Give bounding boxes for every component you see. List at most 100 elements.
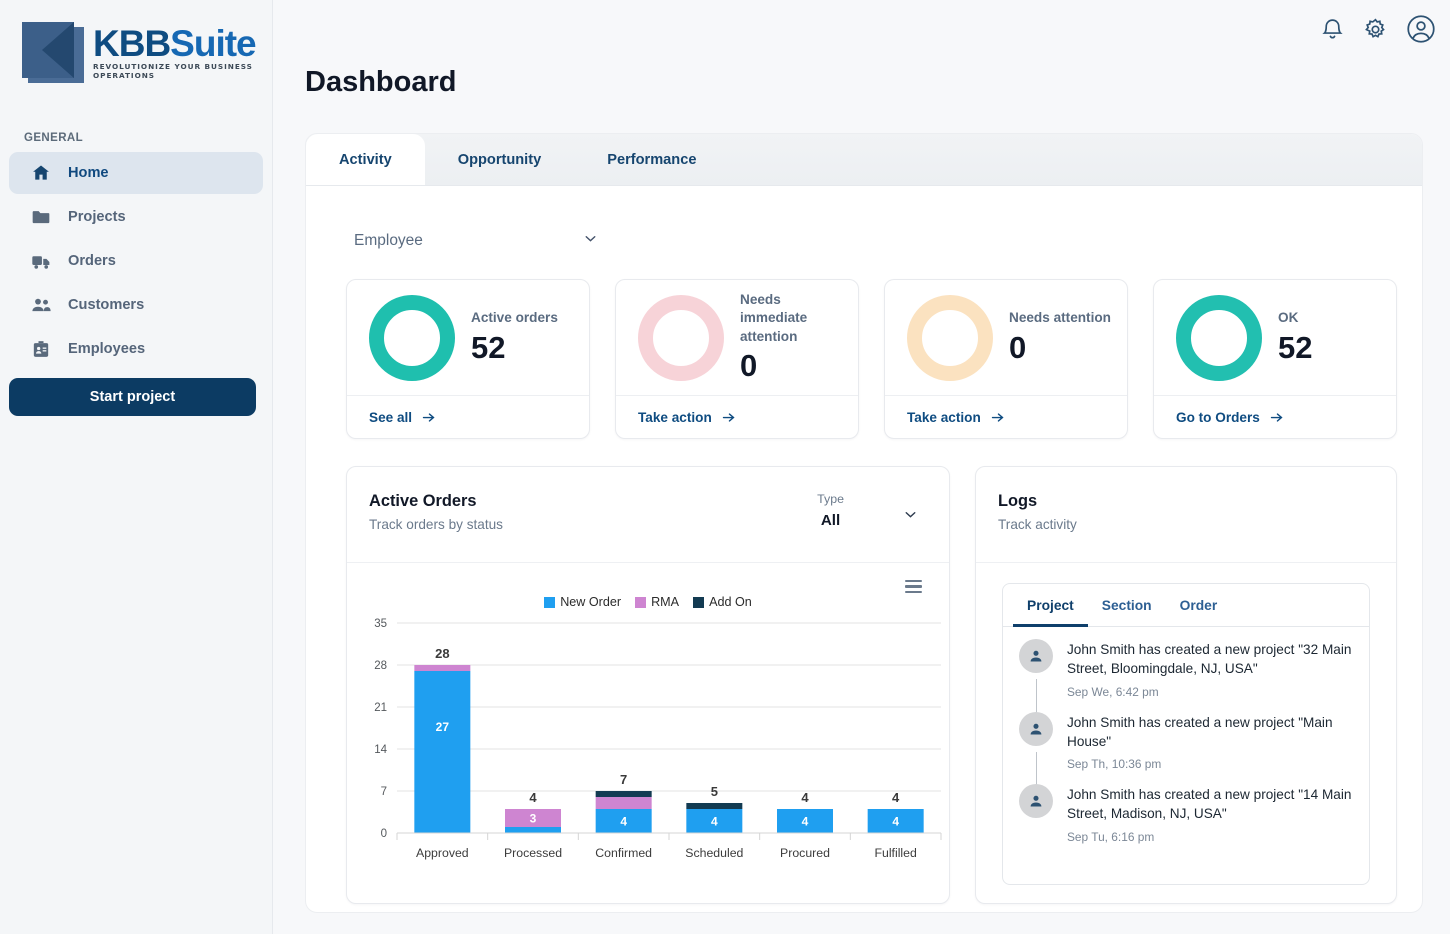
badge-icon (30, 338, 52, 360)
legend-item-add-on[interactable]: Add On (693, 595, 752, 609)
log-text: John Smith has created a new project "Ma… (1067, 712, 1353, 752)
svg-text:4: 4 (529, 790, 537, 805)
kpi-card-needs-attention[interactable]: Needs attention 0 Take action (884, 279, 1128, 439)
kpi-label: Active orders (471, 309, 573, 327)
gear-icon[interactable] (1363, 17, 1388, 42)
arrow-right-icon (421, 410, 436, 425)
bell-icon[interactable] (1320, 17, 1345, 42)
logs-box: Project Section Order (1002, 583, 1370, 885)
list-item[interactable]: John Smith has created a new project "32… (1019, 639, 1353, 712)
sidebar-item-home[interactable]: Home (9, 152, 263, 194)
svg-text:35: 35 (374, 618, 387, 630)
start-project-button[interactable]: Start project (9, 378, 256, 416)
avatar (1019, 784, 1053, 818)
kpi-card-needs-immediate-attention[interactable]: Needs immediate attention 0 Take action (615, 279, 859, 439)
svg-text:4: 4 (892, 815, 899, 829)
tab-performance[interactable]: Performance (574, 134, 729, 185)
legend-label: RMA (651, 595, 679, 609)
kpi-value: 52 (471, 330, 573, 366)
logs-list: John Smith has created a new project "32… (1003, 627, 1369, 857)
sidebar-item-projects[interactable]: Projects (9, 196, 263, 238)
svg-text:Confirmed: Confirmed (595, 846, 652, 860)
brand-wordmark: KBBSuite REVOLUTIONIZE YOUR BUSINESS OPE… (93, 26, 272, 80)
sidebar-item-employees[interactable]: Employees (9, 328, 263, 370)
avatar (1019, 639, 1053, 673)
brand-name-part1: KBB (93, 23, 170, 64)
type-filter-value: All (817, 512, 844, 529)
sidebar-item-label: Projects (68, 209, 126, 225)
log-text: John Smith has created a new project "32… (1067, 639, 1353, 679)
sidebar: KBBSuite REVOLUTIONIZE YOUR BUSINESS OPE… (0, 0, 273, 934)
logs-tab-project[interactable]: Project (1013, 584, 1088, 627)
legend-item-rma[interactable]: RMA (635, 595, 679, 609)
chart-legend: New Order RMA Add On (347, 563, 949, 609)
topbar (273, 0, 1450, 58)
kpi-action-label: See all (369, 410, 412, 425)
donut-ring (1176, 295, 1262, 381)
kpi-value: 0 (740, 348, 842, 384)
kpi-row: Active orders 52 See all Needs immediate… (306, 252, 1422, 439)
legend-item-new-order[interactable]: New Order (544, 595, 621, 609)
svg-text:0: 0 (381, 828, 387, 840)
chevron-down-icon (902, 506, 919, 528)
kpi-card-ok[interactable]: OK 52 Go to Orders (1153, 279, 1397, 439)
svg-text:4: 4 (711, 815, 718, 829)
arrow-right-icon (990, 410, 1005, 425)
chart-area: New Order RMA Add On 071421283527 (347, 563, 949, 903)
kpi-action-take-action[interactable]: Take action (616, 395, 858, 438)
kpi-action-go-to-orders[interactable]: Go to Orders (1154, 395, 1396, 438)
legend-label: Add On (709, 595, 752, 609)
svg-text:27: 27 (436, 720, 450, 734)
card-title: Logs (998, 492, 1077, 511)
svg-text:3: 3 (530, 812, 537, 826)
card-title: Active Orders (369, 492, 503, 511)
list-item[interactable]: John Smith has created a new project "Ma… (1019, 712, 1353, 785)
legend-swatch (635, 597, 646, 608)
main-content: Dashboard Activity Opportunity Performan… (273, 0, 1450, 934)
sidebar-nav: Home Projects Orders (0, 152, 272, 370)
sidebar-item-label: Customers (68, 297, 144, 313)
tab-opportunity[interactable]: Opportunity (425, 134, 575, 185)
brand-tagline: REVOLUTIONIZE YOUR BUSINESS OPERATIONS (93, 62, 272, 80)
svg-text:4: 4 (802, 815, 809, 829)
donut-ring (907, 295, 993, 381)
employee-select-value: Employee (354, 232, 423, 250)
sidebar-item-orders[interactable]: Orders (9, 240, 263, 282)
kpi-action-see-all[interactable]: See all (347, 395, 589, 438)
kpi-label: Needs attention (1009, 309, 1111, 327)
sidebar-item-customers[interactable]: Customers (9, 284, 263, 326)
kpi-action-take-action[interactable]: Take action (885, 395, 1127, 438)
svg-text:Fulfilled: Fulfilled (874, 846, 917, 860)
list-item[interactable]: John Smith has created a new project "14… (1019, 784, 1353, 857)
type-filter-select[interactable]: Type All (817, 492, 919, 529)
bar-chart-plot: 071421283527283447454444ApprovedProcesse… (347, 615, 950, 875)
user-avatar-icon[interactable] (1406, 14, 1436, 44)
svg-text:28: 28 (435, 646, 449, 661)
svg-text:4: 4 (620, 815, 627, 829)
donut-ring (369, 295, 455, 381)
log-time: Sep We, 6:42 pm (1067, 685, 1353, 699)
active-orders-card: Active Orders Track orders by status Typ… (346, 466, 950, 904)
svg-text:Procured: Procured (780, 846, 830, 860)
brand-logo[interactable]: KBBSuite REVOLUTIONIZE YOUR BUSINESS OPE… (0, 0, 272, 84)
kpi-card-active-orders[interactable]: Active orders 52 See all (346, 279, 590, 439)
svg-text:7: 7 (620, 772, 627, 787)
svg-text:Processed: Processed (504, 846, 562, 860)
kpi-label: Needs immediate attention (740, 291, 842, 346)
card-subtitle: Track orders by status (369, 517, 503, 532)
logs-tab-section[interactable]: Section (1088, 584, 1166, 627)
log-time: Sep Tu, 6:16 pm (1067, 830, 1353, 844)
tab-activity[interactable]: Activity (306, 134, 425, 185)
truck-icon (30, 250, 52, 272)
page-title: Dashboard (305, 66, 1450, 99)
lower-grid: Active Orders Track orders by status Typ… (306, 439, 1422, 904)
brand-name-part2: Suite (170, 23, 255, 64)
tab-bar: Activity Opportunity Performance (306, 134, 1422, 186)
kpi-action-label: Go to Orders (1176, 410, 1260, 425)
kpi-value: 0 (1009, 330, 1111, 366)
employee-select[interactable]: Employee (354, 230, 599, 252)
logs-tab-order[interactable]: Order (1166, 584, 1232, 627)
hamburger-menu-icon[interactable] (905, 580, 922, 593)
logs-card: Logs Track activity Project Section Orde… (975, 466, 1397, 904)
chevron-down-icon (582, 230, 599, 252)
